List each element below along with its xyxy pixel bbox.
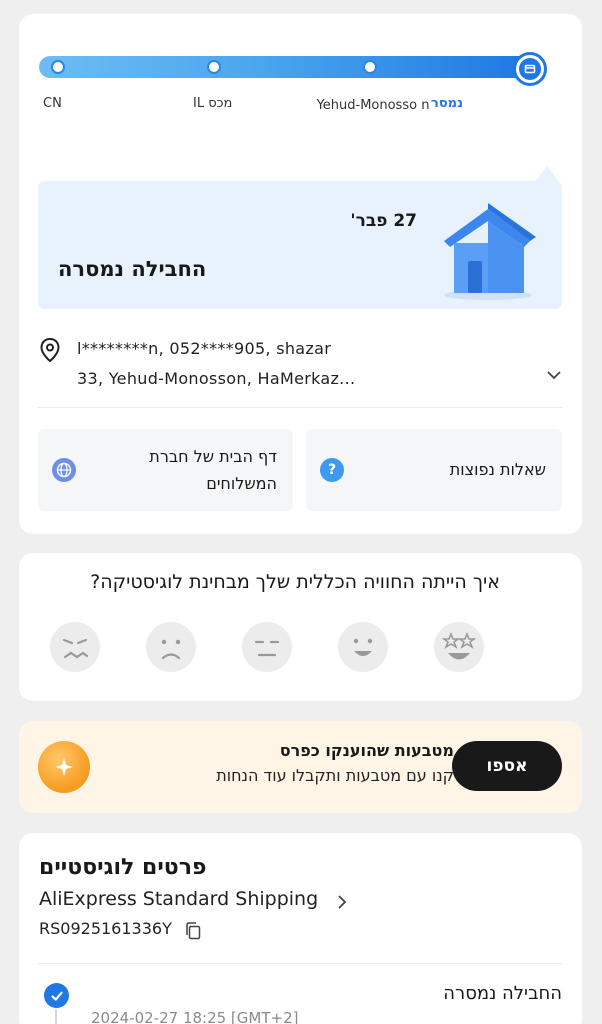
coin-icon [38, 741, 90, 793]
chevron-down-icon[interactable] [547, 370, 561, 380]
progress-dot-cn [51, 60, 65, 74]
stage-label-city: Yehud-Monosso n [316, 98, 430, 113]
coins-subtitle: קנו עם מטבעות ותקבלו עוד הנחות [216, 766, 454, 785]
carrier-homepage-label: דף הבית של חברת המשלוחים [149, 443, 277, 497]
excellent-face-icon[interactable] [433, 621, 485, 673]
address-line-2: 33, Yehud-Monosson, HaMerkaz... [77, 369, 356, 388]
progress-dot-customs [207, 60, 221, 74]
faq-label: שאלות נפוצות [449, 460, 546, 479]
faq-button[interactable]: ? שאלות נפוצות [306, 429, 562, 511]
divider [38, 407, 562, 408]
logistics-details-card: פרטים לוגיסטיים AliExpress Standard Ship… [19, 833, 582, 1024]
coins-reward-card: מטבעות שהוענקו כפרס קנו עם מטבעות ותקבלו… [19, 721, 582, 813]
tracking-number: RS0925161336Y [39, 919, 172, 938]
copy-icon[interactable] [185, 922, 201, 940]
delivery-status-card: CN מכס IL Yehud-Monosso n נמסר 27 פבר' ה… [19, 14, 582, 534]
stage-label-customs: מכס IL [193, 96, 233, 111]
house-icon [444, 203, 536, 300]
logistics-title: פרטים לוגיסטיים [39, 855, 207, 880]
carrier-name[interactable]: AliExpress Standard Shipping [39, 888, 318, 910]
globe-icon [52, 458, 76, 482]
feedback-card: איך הייתה החוויה הכללית שלך מבחינת לוגיס… [19, 553, 582, 701]
bad-face-icon[interactable] [145, 621, 197, 673]
checkmark-icon [44, 983, 69, 1008]
delivered-banner: 27 פבר' החבילה נמסרה [38, 181, 562, 309]
stage-label-cn: CN [43, 96, 62, 111]
divider [38, 963, 562, 964]
event-status: החבילה נמסרה [443, 983, 562, 1004]
progress-current-icon [513, 52, 547, 86]
location-pin-icon [40, 337, 60, 363]
shipping-address: l********n, 052****905, shazar 33, Yehud… [77, 334, 497, 394]
question-icon: ? [320, 458, 344, 482]
stage-label-delivered: נמסר [431, 96, 463, 111]
delivery-date: 27 פבר' [350, 211, 417, 231]
very-bad-face-icon[interactable] [49, 621, 101, 673]
delivery-status: החבילה נמסרה [58, 257, 207, 281]
carrier-homepage-label-line2: המשלוחים [206, 474, 277, 493]
progress-track [39, 56, 529, 78]
address-line-1: l********n, 052****905, shazar [77, 339, 332, 358]
chevron-right-icon[interactable] [337, 894, 347, 910]
neutral-face-icon[interactable] [241, 621, 293, 673]
good-face-icon[interactable] [337, 621, 389, 673]
collect-coins-button[interactable]: אספו [452, 741, 562, 791]
carrier-homepage-label-line1: דף הבית של חברת [149, 447, 277, 466]
timeline-line [55, 1009, 57, 1024]
coins-title: מטבעות שהוענקו כפרס [279, 741, 454, 760]
progress-dot-city [363, 60, 377, 74]
event-date: 2024-02-27 18:25 [GMT+2] [91, 1009, 299, 1024]
feedback-question: איך הייתה החוויה הכללית שלך מבחינת לוגיס… [90, 571, 500, 593]
carrier-homepage-button[interactable]: דף הבית של חברת המשלוחים [38, 429, 293, 511]
status-pointer [535, 166, 559, 182]
